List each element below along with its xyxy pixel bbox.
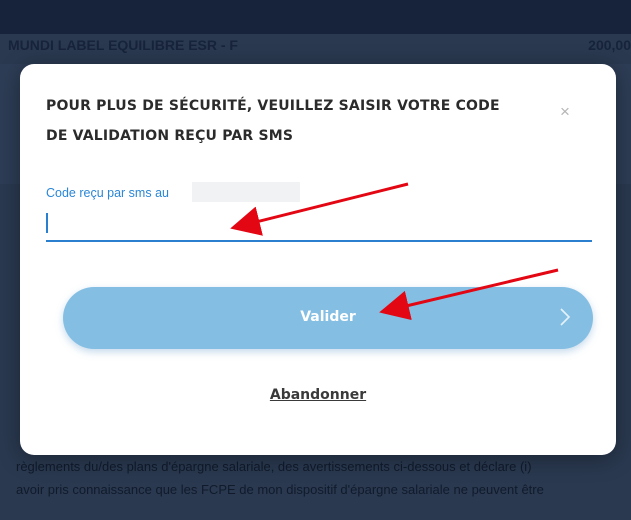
sms-code-input[interactable] xyxy=(46,210,592,242)
chevron-right-icon xyxy=(560,308,571,326)
cancel-link[interactable]: Abandonner xyxy=(20,387,616,403)
background-legal-line: avoir pris connaissance que les FCPE de … xyxy=(16,482,544,497)
validate-button[interactable]: Valider xyxy=(63,287,593,349)
sms-code-label: Code reçu par sms au xyxy=(46,186,169,200)
background-fund-row: MUNDI LABEL EQUILIBRE ESR - F 200,00 xyxy=(0,37,631,59)
modal-title: POUR PLUS DE SÉCURITÉ, VEUILLEZ SAISIR V… xyxy=(46,98,500,144)
background-fund-amount: 200,00 xyxy=(588,37,631,53)
background-legal-line: règlements du/des plans d'épargne salari… xyxy=(16,459,532,474)
masked-phone-number xyxy=(192,182,300,202)
validate-button-label: Valider xyxy=(300,309,356,325)
close-icon[interactable]: × xyxy=(556,103,574,121)
background-fund-name: MUNDI LABEL EQUILIBRE ESR - F xyxy=(8,37,238,53)
text-cursor xyxy=(46,213,48,233)
background-header-strip xyxy=(0,0,631,34)
sms-validation-modal: POUR PLUS DE SÉCURITÉ, VEUILLEZ SAISIR V… xyxy=(20,64,616,455)
